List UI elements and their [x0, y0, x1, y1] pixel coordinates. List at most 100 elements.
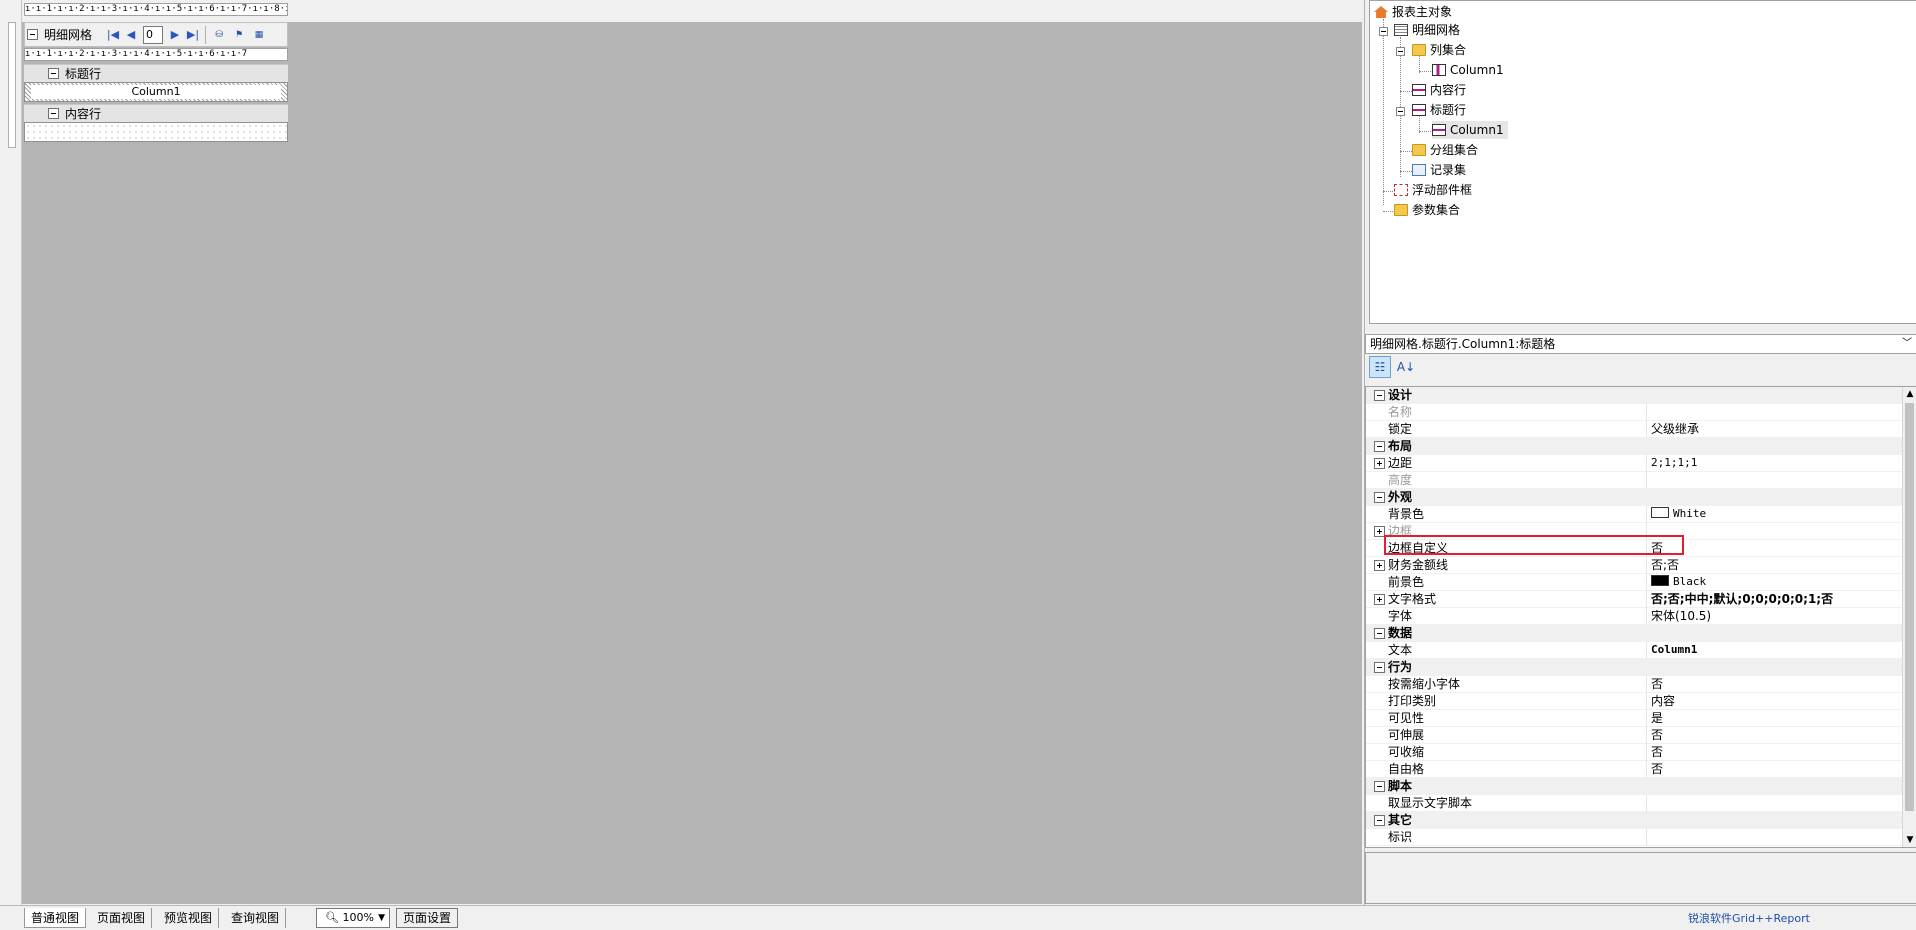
category-collapse-icon[interactable]: [1374, 390, 1385, 401]
title-column-cell[interactable]: Column1: [31, 85, 281, 99]
tree-node-title-column1[interactable]: Column1: [1432, 121, 1508, 139]
property-value[interactable]: [1646, 795, 1902, 812]
property-row[interactable]: 可收缩 否: [1366, 744, 1902, 761]
next-page-icon[interactable]: ▶: [166, 26, 184, 44]
page-number-input[interactable]: [143, 25, 164, 44]
categorized-view-icon[interactable]: ☷: [1369, 356, 1391, 378]
property-row[interactable]: 字体 宋体(10.5): [1366, 608, 1902, 625]
category-collapse-icon[interactable]: [1374, 781, 1385, 792]
property-row[interactable]: 锁定 父级继承: [1366, 421, 1902, 438]
property-value[interactable]: 内容: [1646, 693, 1902, 710]
tree-expander[interactable]: [1396, 107, 1405, 116]
property-row[interactable]: 文字格式 否;否;中中;默认;0;0;0;0;0;1;否: [1366, 591, 1902, 608]
property-value[interactable]: [1646, 472, 1902, 489]
property-value[interactable]: 否;否;中中;默认;0;0;0;0;0;1;否: [1646, 591, 1902, 608]
property-value[interactable]: 否;否: [1646, 557, 1902, 574]
property-row[interactable]: 财务金额线 否;否: [1366, 557, 1902, 574]
tree-node-float-frame[interactable]: 浮动部件框: [1394, 181, 1472, 199]
category-collapse-icon[interactable]: [1374, 662, 1385, 673]
scroll-up-icon[interactable]: ▲: [1903, 387, 1916, 401]
sql-icon[interactable]: ⛁: [209, 26, 229, 44]
column-icon[interactable]: ▦: [249, 26, 269, 44]
page-setup-button[interactable]: 页面设置: [396, 908, 459, 928]
tab-normal-view[interactable]: 普通视图: [24, 908, 87, 928]
tree-node-grid[interactable]: 明细网格: [1394, 21, 1460, 39]
property-scrollbar[interactable]: ▲ ▼: [1902, 387, 1916, 847]
property-value[interactable]: [1646, 523, 1902, 540]
property-value[interactable]: 宋体(10.5): [1646, 608, 1902, 625]
property-row[interactable]: 取显示文字脚本: [1366, 795, 1902, 812]
last-page-icon[interactable]: ▶|: [184, 26, 202, 44]
property-row[interactable]: 自由格 否: [1366, 761, 1902, 778]
tree-node-root[interactable]: 报表主对象: [1374, 3, 1452, 21]
content-band-collapse[interactable]: [48, 108, 59, 119]
zoom-select[interactable]: 🔍︎ 100% ▼: [316, 908, 390, 928]
brand-link[interactable]: 锐浪软件Grid++Report: [1688, 910, 1810, 926]
tree-expander[interactable]: [1396, 47, 1405, 56]
property-value[interactable]: 否: [1646, 761, 1902, 778]
tree-node-content-row[interactable]: 内容行: [1412, 81, 1466, 99]
title-band-collapse[interactable]: [48, 68, 59, 79]
property-grid[interactable]: 设计 名称 锁定 父级继承 布局 边距 2;1;1;1 高度 外观 背景色 White 边框 边框自定义…: [1365, 386, 1916, 848]
property-row[interactable]: 名称: [1366, 404, 1902, 421]
property-row[interactable]: 前景色 Black: [1366, 574, 1902, 591]
property-category[interactable]: 外观: [1366, 489, 1902, 506]
property-value[interactable]: 2;1;1;1: [1646, 455, 1902, 472]
tab-query-view[interactable]: 查询视图: [225, 908, 287, 928]
grid-collapse-toggle[interactable]: [27, 29, 38, 40]
tree-expander[interactable]: [1379, 27, 1388, 36]
field-icon[interactable]: ⚑: [229, 26, 249, 44]
property-value[interactable]: 父级继承: [1646, 421, 1902, 438]
content-band-header[interactable]: 内容行: [24, 104, 288, 122]
property-row[interactable]: 打印类别 内容: [1366, 693, 1902, 710]
property-value[interactable]: 否: [1646, 676, 1902, 693]
title-band-header[interactable]: 标题行: [24, 64, 288, 82]
property-category[interactable]: 行为: [1366, 659, 1902, 676]
property-value[interactable]: [1646, 829, 1902, 846]
chevron-down-icon[interactable]: ﹀: [1902, 335, 1912, 353]
scroll-down-icon[interactable]: ▼: [1903, 833, 1916, 847]
property-row[interactable]: 文本 Column1: [1366, 642, 1902, 659]
category-collapse-icon[interactable]: [1374, 628, 1385, 639]
tab-page-view[interactable]: 页面视图: [91, 908, 153, 928]
property-value[interactable]: White: [1646, 506, 1902, 523]
detail-grid-designer[interactable]: 明细网格 |◀ ◀ ▶ ▶| ⛁ ⚑ ▦ ı·ı·1·ı·ı·2·ı·ı·3·ı…: [24, 22, 288, 152]
property-value[interactable]: 否: [1646, 744, 1902, 761]
property-object-selector[interactable]: 明细网格.标题行.Column1:标题格 ﹀: [1365, 334, 1916, 354]
property-row[interactable]: 边距 2;1;1;1: [1366, 455, 1902, 472]
property-row[interactable]: 可见性 是: [1366, 710, 1902, 727]
alphabetical-sort-icon[interactable]: A↓: [1395, 356, 1417, 378]
scroll-thumb[interactable]: [1905, 403, 1914, 811]
property-row[interactable]: 按需缩小字体 否: [1366, 676, 1902, 693]
property-category[interactable]: 其它: [1366, 812, 1902, 829]
first-page-icon[interactable]: |◀: [104, 26, 122, 44]
tree-node-params[interactable]: 参数集合: [1394, 201, 1460, 219]
property-category[interactable]: 数据: [1366, 625, 1902, 642]
category-collapse-icon[interactable]: [1374, 441, 1385, 452]
property-value[interactable]: Black: [1646, 574, 1902, 591]
property-value[interactable]: 是: [1646, 710, 1902, 727]
tree-node-columns[interactable]: 列集合: [1412, 41, 1466, 59]
object-tree[interactable]: 报表主对象 明细网格 列集合 Column1 内容行 标题行 Column1 分…: [1369, 0, 1916, 324]
category-collapse-icon[interactable]: [1374, 815, 1385, 826]
expand-plus-icon[interactable]: [1374, 458, 1385, 469]
property-value[interactable]: [1646, 404, 1902, 421]
property-row[interactable]: 背景色 White: [1366, 506, 1902, 523]
prev-page-icon[interactable]: ◀: [122, 26, 140, 44]
property-row[interactable]: 高度: [1366, 472, 1902, 489]
tree-node-recordset[interactable]: 记录集: [1412, 161, 1466, 179]
property-row[interactable]: 标识: [1366, 829, 1902, 846]
property-category[interactable]: 布局: [1366, 438, 1902, 455]
tab-preview-view[interactable]: 预览视图: [158, 908, 220, 928]
property-category[interactable]: 设计: [1366, 387, 1902, 404]
property-value[interactable]: 否: [1646, 727, 1902, 744]
property-value[interactable]: Column1: [1646, 642, 1902, 659]
property-value[interactable]: 否: [1646, 540, 1902, 557]
category-collapse-icon[interactable]: [1374, 492, 1385, 503]
tree-node-groups[interactable]: 分组集合: [1412, 141, 1478, 159]
tree-node-title-row[interactable]: 标题行: [1412, 101, 1466, 119]
expand-plus-icon[interactable]: [1374, 594, 1385, 605]
expand-plus-icon[interactable]: [1374, 560, 1385, 571]
property-row[interactable]: 可伸展 否: [1366, 727, 1902, 744]
property-category[interactable]: 脚本: [1366, 778, 1902, 795]
